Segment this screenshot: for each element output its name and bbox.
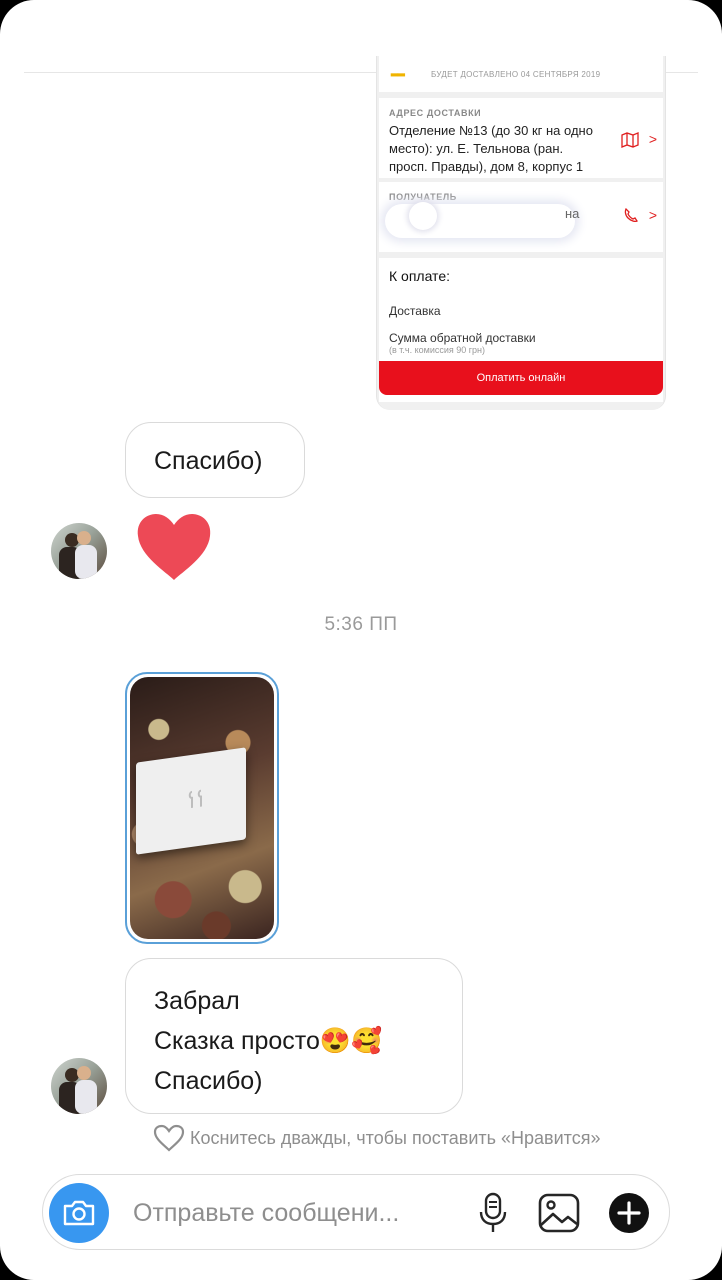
recipient-text-tail: на [565, 206, 580, 221]
message-composer[interactable]: Отправьте сообщени... [42, 1174, 670, 1250]
hint-text: Коснитесь дважды, чтобы поставить «Нрави… [190, 1127, 601, 1148]
recipient-label: ПОЛУЧАТЕЛЬ [389, 192, 457, 202]
chevron-right-icon: > [648, 131, 657, 147]
gallery-button[interactable] [537, 1191, 581, 1235]
heart-icon[interactable] [136, 512, 212, 582]
payment-title: К оплате: [389, 268, 450, 284]
more-options-button[interactable] [607, 1191, 651, 1235]
microphone-icon [479, 1192, 507, 1232]
photo-message[interactable] [125, 672, 279, 944]
message-line: Спасибо) [154, 1067, 263, 1095]
plus-icon [609, 1193, 649, 1233]
product-box [136, 747, 246, 855]
address-line: место): ул. Е. Тельнова (ран. [389, 141, 564, 156]
redacted-dot [409, 202, 437, 230]
message-input[interactable]: Отправьте сообщени... [133, 1175, 399, 1251]
double-tap-hint: Коснитесь дважды, чтобы поставить «Нрави… [152, 1124, 600, 1152]
pay-online-button: Оплатить онлайн [379, 361, 663, 395]
address-label: АДРЕС ДОСТАВКИ [389, 108, 482, 118]
heart-outline-icon[interactable] [152, 1123, 186, 1153]
delivery-date: БУДЕТ ДОСТАВЛЕНО 04 СЕНТЯБРЯ 2019 [431, 70, 601, 79]
avatar[interactable] [51, 1058, 107, 1114]
shared-screenshot[interactable]: ▂▂ БУДЕТ ДОСТАВЛЕНО 04 СЕНТЯБРЯ 2019 АДР… [376, 56, 666, 410]
message-bubble[interactable]: Забрал Сказка просто😍🥰 Спасибо) [125, 958, 463, 1114]
address-text: Отделение №13 (до 30 кг на одно место): … [389, 122, 609, 176]
camera-icon [63, 1200, 95, 1226]
voice-message-button[interactable] [471, 1191, 515, 1235]
chat-screen: ▂▂ БУДЕТ ДОСТАВЛЕНО 04 СЕНТЯБРЯ 2019 АДР… [0, 0, 722, 1280]
message-line: Сказка просто😍🥰 [154, 1027, 383, 1055]
address-line: просп. Правды), дом 8, корпус 1 [389, 159, 584, 174]
timestamp: 5:36 ПП [324, 614, 398, 635]
camera-button[interactable] [49, 1183, 109, 1243]
carrier-logo: ▂▂ [391, 66, 405, 76]
cod-row: Сумма обратной доставки [389, 331, 536, 345]
gallery-icon [538, 1193, 580, 1233]
phone-icon [624, 208, 638, 223]
delivery-row: Доставка [389, 304, 441, 318]
avatar[interactable] [51, 523, 107, 579]
photo-content [130, 677, 274, 939]
message-bubble[interactable]: Спасибо) [125, 422, 305, 498]
delivery-status-block: ▂▂ БУДЕТ ДОСТАВЛЕНО 04 СЕНТЯБРЯ 2019 [379, 56, 663, 92]
address-line: Отделение №13 (до 30 кг на одно [389, 123, 593, 138]
message-line: Забрал [154, 987, 240, 1015]
map-icon [621, 132, 639, 148]
cod-note: (в т.ч. комиссия 90 грн) [389, 345, 486, 355]
earbuds-icon [188, 789, 202, 808]
chevron-right-icon: > [648, 207, 657, 223]
